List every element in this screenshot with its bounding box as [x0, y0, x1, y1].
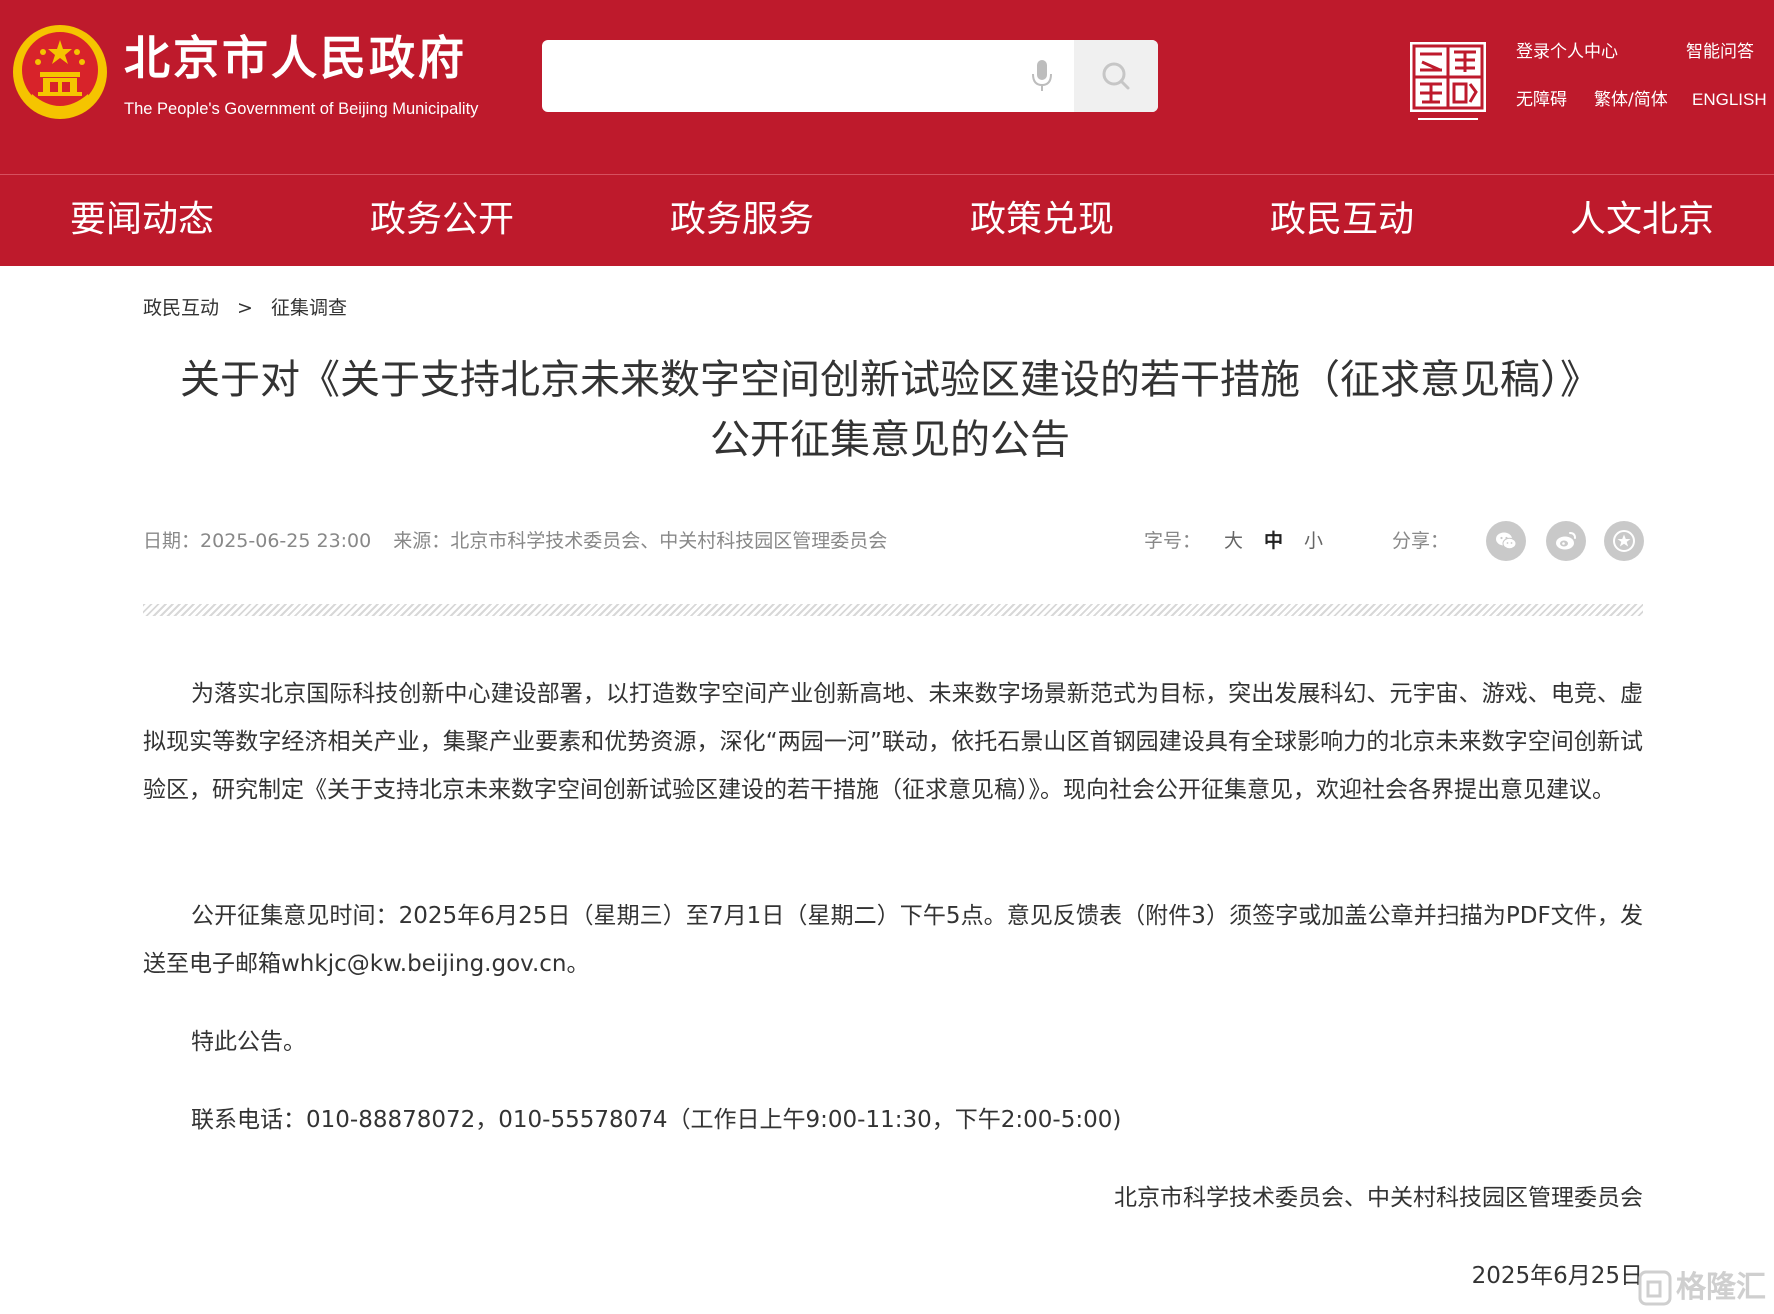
hatched-divider: [143, 604, 1643, 616]
search-button[interactable]: [1074, 40, 1158, 112]
search-box: [542, 40, 1158, 112]
breadcrumb-item-survey[interactable]: 征集调查: [271, 297, 347, 319]
wechat-icon: [1496, 532, 1517, 550]
watermark-text: 格隆汇: [1676, 1270, 1766, 1305]
article-title: 关于对《关于支持北京未来数字空间创新试验区建设的若干措施（征求意见稿）》公开征集…: [180, 357, 1600, 463]
font-size-medium-button[interactable]: 中: [1264, 528, 1283, 554]
breadcrumb-item-public-interaction[interactable]: 政民互动: [143, 297, 219, 319]
breadcrumb: 政民互动 > 征集调查: [143, 296, 347, 320]
search-icon: [1102, 62, 1130, 90]
article-paragraph-contact: 联系电话：010-88878072，010-55578074（工作日上午9:00…: [191, 1107, 1122, 1133]
search-input[interactable]: [542, 40, 1074, 112]
share-label: 分享：: [1392, 530, 1450, 552]
share-wechat-button[interactable]: [1486, 521, 1526, 561]
share-favorite-button[interactable]: [1604, 521, 1644, 561]
font-size-large-button[interactable]: 大: [1224, 528, 1243, 554]
article-paragraph-announcement: 特此公告。: [191, 1029, 306, 1055]
capital-logo-icon[interactable]: [1408, 40, 1488, 126]
publish-date: 2025-06-25 23:00: [200, 530, 372, 552]
login-link[interactable]: 登录个人中心: [1516, 40, 1618, 64]
source-value: 北京市科学技术委员会、中关村科技园区管理委员会: [450, 530, 888, 552]
microphone-icon[interactable]: [1030, 58, 1054, 94]
national-emblem-icon[interactable]: [10, 22, 110, 126]
article-paragraph-timeline: 公开征集意见时间：2025年6月25日（星期三）至7月1日（星期二）下午5点。意…: [143, 903, 1643, 977]
nav-item-government-services[interactable]: 政务服务: [670, 197, 814, 243]
accessibility-link[interactable]: 无障碍: [1516, 88, 1567, 112]
nav-item-government-affairs[interactable]: 政务公开: [370, 197, 514, 243]
ai-qa-link[interactable]: 智能问答: [1686, 40, 1754, 64]
traditional-simplified-link[interactable]: 繁体/简体: [1594, 88, 1668, 112]
date-label: 日期：: [143, 530, 201, 552]
nav-item-cultural-beijing[interactable]: 人文北京: [1570, 197, 1714, 243]
nav-item-policy-fulfillment[interactable]: 政策兑现: [970, 197, 1114, 243]
breadcrumb-separator: >: [237, 297, 253, 319]
signature-date: 2025年6月25日: [1471, 1263, 1643, 1289]
article-meta: 日期：2025-06-25 23:00 来源：北京市科学技术委员会、中关村科技园区…: [143, 528, 887, 554]
source-label: 来源：: [393, 530, 451, 552]
main-nav: 要闻动态 政务公开 政务服务 政策兑现 政民互动 人文北京: [0, 174, 1774, 266]
site-title[interactable]: 北京市人民政府: [124, 30, 467, 86]
weibo-icon: [1556, 532, 1576, 550]
site-header: 北京市人民政府 The People's Government of Beiji…: [0, 0, 1774, 174]
favorite-icon: [1613, 530, 1635, 552]
site-subtitle: The People's Government of Beijing Munic…: [124, 100, 479, 118]
signature-organization: 北京市科学技术委员会、中关村科技园区管理委员会: [1114, 1185, 1643, 1211]
nav-item-news[interactable]: 要闻动态: [70, 197, 214, 243]
share-weibo-button[interactable]: [1546, 521, 1586, 561]
font-size-label: 字号：: [1144, 530, 1202, 552]
font-size-small-button[interactable]: 小: [1304, 528, 1323, 554]
english-link[interactable]: ENGLISH: [1692, 88, 1767, 112]
article-paragraph-intro: 为落实北京国际科技创新中心建设部署，以打造数字空间产业创新高地、未来数字场景新范…: [143, 681, 1643, 803]
nav-item-public-interaction[interactable]: 政民互动: [1270, 197, 1414, 243]
